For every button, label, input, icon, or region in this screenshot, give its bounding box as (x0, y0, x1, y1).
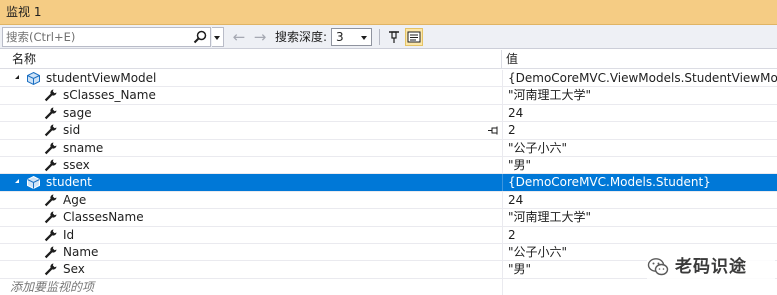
search-box[interactable] (2, 27, 211, 47)
search-next-arrow-icon[interactable]: → (251, 28, 269, 46)
watch-row-name: Age (63, 192, 87, 207)
search-options-dropdown[interactable] (212, 27, 224, 47)
watch-row-value: "公子小六" (508, 244, 568, 259)
watermark-text: 老码识途 (675, 257, 747, 277)
watch-row-value: 2 (508, 227, 516, 242)
pin-source-icon[interactable] (385, 28, 403, 46)
watch-row-value-cell[interactable]: {DemoCoreMVC.ViewModels.StudentViewModel… (502, 70, 777, 87)
watch-row[interactable]: sname "公子小六" (0, 139, 777, 157)
watch-row-value-cell[interactable]: {DemoCoreMVC.Models.Student} (502, 174, 777, 191)
watch-row-value: 2 (508, 123, 516, 138)
wrench-icon (44, 107, 57, 119)
watch-row[interactable]: sid 2 (0, 122, 777, 140)
watch-row-name-cell: student (0, 174, 501, 190)
wrench-icon (44, 89, 57, 102)
watch-row-name: sid (63, 123, 81, 138)
wrench-icon (44, 263, 57, 276)
watch-row[interactable]: sClasses_Name "河南理工大学" (0, 87, 777, 105)
add-watch-row[interactable]: 添加要监视的项 (0, 278, 777, 295)
watch-row-name-cell: sage (0, 105, 501, 121)
watch-row-name: sage (63, 105, 92, 120)
add-watch-value-cell (502, 278, 777, 295)
toolbar-separator (379, 29, 380, 45)
watch-row-value-cell[interactable]: "公子小六" (502, 139, 777, 156)
wrench-icon (44, 229, 57, 241)
watch-row-value-cell[interactable]: 24 (502, 104, 777, 122)
watch-row-value: "男" (508, 157, 532, 172)
watch-window-title[interactable]: 监视 1 (0, 0, 777, 25)
watch-row-value-cell[interactable]: 24 (502, 191, 777, 209)
raw-view-icon (407, 31, 421, 43)
wrench-icon (44, 124, 57, 137)
watch-row-name: sClasses_Name (63, 88, 156, 103)
watch-row[interactable]: ssex "男" (0, 156, 777, 175)
watch-row-value: {DemoCoreMVC.Models.Student} (508, 175, 711, 190)
watch-row-value: "公子小六" (508, 140, 568, 155)
object-icon (27, 71, 40, 86)
watch-row-name: student (46, 175, 92, 190)
watch-row-name: sname (63, 140, 104, 155)
watch-row-name: ssex (63, 157, 90, 172)
search-depth-select[interactable]: 3 (331, 28, 372, 46)
object-icon (27, 176, 40, 190)
watch-row-value: 24 (508, 105, 524, 120)
watch-row[interactable]: sage 24 (0, 104, 777, 123)
watch-row-value: 24 (508, 192, 524, 207)
raw-view-toggle-button[interactable] (405, 28, 423, 46)
watch-row[interactable]: Age 24 (0, 191, 777, 210)
column-header-name[interactable]: 名称 (12, 50, 36, 69)
search-depth-label: 搜索深度: (275, 30, 328, 44)
watch-row-name-cell: sClasses_Name (0, 87, 501, 103)
watch-row-value-cell[interactable]: 2 (502, 122, 777, 139)
search-depth-value: 3 (336, 30, 344, 44)
watch-row-selected[interactable]: student {DemoCoreMVC.Models.Student} (0, 174, 777, 192)
watch-row-name: Id (63, 227, 75, 242)
watch-row[interactable]: studentViewModel {DemoCoreMVC.ViewModels… (0, 70, 777, 88)
watch-grid-header: 名称 值 (0, 50, 777, 69)
wrench-icon (44, 142, 57, 154)
watch-row-name-cell: Sex (0, 261, 501, 277)
search-input[interactable] (3, 28, 188, 46)
wrench-icon (44, 194, 57, 206)
watch-row-name-cell: sname (0, 140, 501, 156)
watch-row-value: "男" (508, 262, 532, 277)
watch-row-name-cell: Age (0, 192, 501, 208)
collapse-arrow-icon[interactable] (15, 75, 19, 79)
wechat-logo-icon (647, 258, 669, 276)
watch-row-name-cell: ClassesName (0, 209, 501, 225)
wrench-icon (44, 159, 57, 172)
pin-icon[interactable] (487, 125, 499, 136)
watch-toolbar: ← → 搜索深度: 3 (0, 25, 777, 49)
search-icon[interactable] (193, 30, 207, 44)
wrench-icon (44, 246, 57, 259)
search-previous-arrow-icon[interactable]: ← (230, 28, 248, 46)
watch-row-name-cell: Name (0, 244, 501, 260)
watch-row-name: Name (63, 244, 99, 259)
watch-row-value-cell[interactable]: 2 (502, 226, 777, 243)
add-watch-cell[interactable]: 添加要监视的项 (0, 279, 501, 295)
watch-row-value: "河南理工大学" (508, 88, 592, 103)
watch-row-value-cell[interactable]: "河南理工大学" (502, 87, 777, 104)
watch-row[interactable]: ClassesName "河南理工大学" (0, 209, 777, 227)
column-resize-handle[interactable] (501, 50, 502, 69)
watch-row-value: "河南理工大学" (508, 210, 592, 225)
watch-row-name: Sex (63, 262, 85, 277)
watch-row-value-cell[interactable]: "河南理工大学" (502, 209, 777, 226)
watch-row-name-cell: Id (0, 227, 501, 243)
collapse-arrow-icon[interactable] (15, 179, 19, 184)
watch-row-name-cell: sid (0, 122, 501, 138)
watch-row-name: ClassesName (63, 210, 144, 225)
watch-row[interactable]: Id 2 (0, 226, 777, 244)
watch-row-name-cell: studentViewModel (0, 70, 501, 86)
add-watch-placeholder[interactable]: 添加要监视的项 (10, 279, 94, 295)
wrench-icon (44, 211, 57, 224)
watch-row-name-cell: ssex (0, 157, 501, 173)
watch-row-name: studentViewModel (46, 71, 157, 85)
watch-row-value: {DemoCoreMVC.ViewModels.StudentViewModel… (508, 71, 777, 85)
watch-row-value-cell[interactable]: "男" (502, 156, 777, 174)
watermark: 老码识途 (647, 253, 775, 281)
column-header-value[interactable]: 值 (506, 50, 518, 69)
